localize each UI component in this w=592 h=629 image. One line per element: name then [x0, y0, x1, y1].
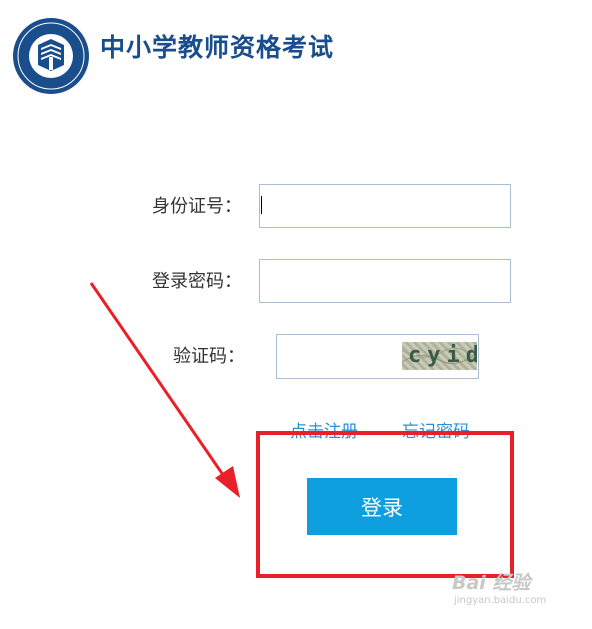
baidu-watermark: Bai 经验 jingyan.baidu.com [452, 572, 546, 608]
watermark-url: jingyan.baidu.com [454, 595, 547, 606]
login-page: 中小学教师资格考试 身份证号： 登录密码： 验证码： cyid 点击注册 忘记密… [0, 0, 592, 629]
watermark-brand: Bai 经验 [452, 572, 531, 594]
annotation-arrow-icon [89, 282, 240, 498]
